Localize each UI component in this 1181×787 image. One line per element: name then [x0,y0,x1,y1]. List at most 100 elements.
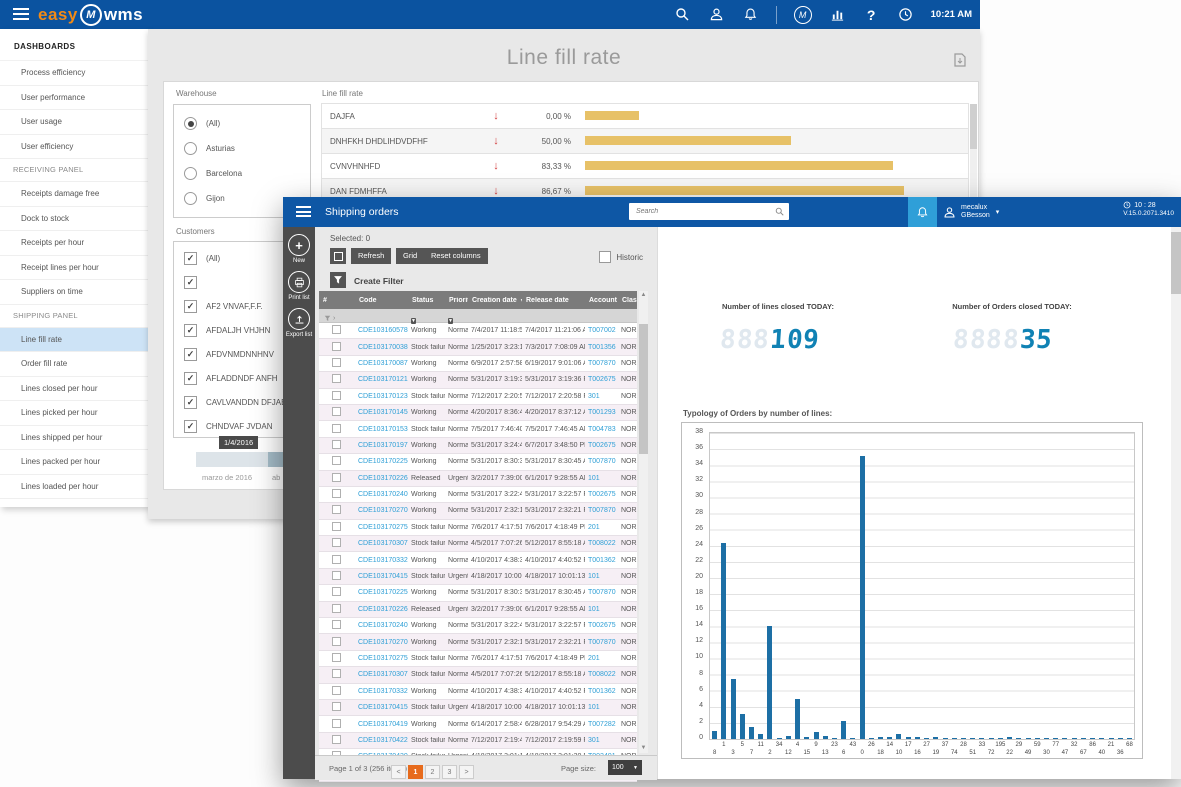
order-code[interactable]: CDE1031702702 [355,639,408,646]
order-account[interactable]: T001293 [585,409,618,416]
row-checkbox[interactable] [332,604,341,613]
page-button-3[interactable]: 3 [442,765,457,779]
prev-page-button[interactable]: < [391,765,406,779]
row-checkbox[interactable] [332,686,341,695]
priority-filter-dropdown[interactable]: ▼ [448,318,453,324]
order-account[interactable]: 301 [585,393,618,400]
chart-bar[interactable]: 21 [1106,433,1115,739]
scrollbar-thumb[interactable] [639,324,648,454]
chart-bar[interactable]: 6 [839,433,848,739]
chart-bar[interactable]: 29 [1014,433,1023,739]
help-icon[interactable]: ? [863,6,880,23]
chart-bar[interactable]: 7 [747,433,756,739]
row-checkbox[interactable] [332,702,341,711]
chart-bar[interactable]: 37 [940,433,949,739]
order-account[interactable]: T007870 [585,507,618,514]
page-button-1[interactable]: 1 [408,765,423,779]
order-account[interactable]: T002675 [585,376,618,383]
print-list-button[interactable]: Print list [283,271,315,301]
chart-bar[interactable]: 3 [728,433,737,739]
order-code[interactable]: CDE1031701531 [355,426,408,433]
order-code[interactable]: CDE1031702754 [355,655,408,662]
order-code[interactable]: CDE1031605782 [355,327,408,334]
checkbox-icon[interactable]: ✓ [184,348,197,361]
order-code[interactable]: CDE1031702268 [355,475,408,482]
table-row[interactable]: CDE1031702702WorkingNormal5/31/2017 2:32… [319,634,637,650]
order-account[interactable]: T002675 [585,622,618,629]
radio-icon[interactable] [184,117,197,130]
row-checkbox[interactable] [332,653,341,662]
search-icon[interactable] [674,6,691,23]
grid-button[interactable]: Grid [396,248,424,264]
page-size-select[interactable]: 100 ▼ [608,760,642,775]
table-row[interactable]: CDE1031701531Stock failureNormal7/5/2017… [319,421,637,437]
row-checkbox[interactable] [332,358,341,367]
order-account[interactable]: T007870 [585,589,618,596]
order-code[interactable]: CDE1031704194 [355,721,408,728]
warehouse-option[interactable]: (All) [174,111,310,136]
checkbox-icon[interactable]: ✓ [184,372,197,385]
table-row[interactable]: CDE1031700388Stock failureNormal1/25/201… [319,339,637,355]
next-page-button[interactable]: > [459,765,474,779]
checkbox-icon[interactable]: ✓ [184,324,197,337]
table-row[interactable]: CDE1031701456WorkingNormal4/20/2017 8:36… [319,405,637,421]
chart-bar[interactable]: 13 [821,433,830,739]
row-checkbox[interactable] [332,391,341,400]
reset-columns-button[interactable]: Reset columns [424,248,488,264]
order-code[interactable]: CDE1031702702 [355,507,408,514]
table-row[interactable]: CDE1031702702WorkingNormal5/31/2017 2:32… [319,503,637,519]
row-checkbox[interactable] [332,456,341,465]
chart-bar[interactable]: 19 [931,433,940,739]
table-row[interactable]: CDE1031702754Stock failureNormal7/6/2017… [319,651,637,667]
panel-scrollbar[interactable] [1171,227,1181,779]
sidebar-item-lines-shipped-per-hour[interactable]: Lines shipped per hour [0,426,148,451]
chart-bar[interactable]: 9 [811,433,820,739]
order-account[interactable]: 101 [585,475,618,482]
chart-bar[interactable]: 59 [1033,433,1042,739]
mecalux-icon[interactable]: M [794,6,812,24]
column-header-class[interactable]: Class [618,297,637,304]
search-box[interactable] [629,203,789,220]
table-row[interactable]: CDE1031702268ReleasedUrgent3/2/2017 7:39… [319,602,637,618]
order-account[interactable]: 301 [585,737,618,744]
column-header-creationdate[interactable]: Creation date▼ [468,297,522,304]
scroll-up-icon[interactable]: ▲ [639,291,648,300]
select-all-button[interactable] [330,248,346,264]
chart-bar[interactable]: 1 [719,433,728,739]
table-row[interactable]: CDE1031702250WorkingNormal5/31/2017 8:30… [319,585,637,601]
chart-bar[interactable]: 32 [1070,433,1079,739]
order-code[interactable]: CDE1031702268 [355,606,408,613]
table-row[interactable]: CDE1031701237Stock failureNormal7/12/201… [319,389,637,405]
table-row[interactable]: CDE1031704153Stock failureUrgent4/18/201… [319,569,637,585]
checkbox-icon[interactable]: ✓ [184,252,197,265]
chart-bar[interactable]: 2 [765,433,774,739]
sidebar-item-receipt-lines-per-hour[interactable]: Receipt lines per hour [0,256,148,281]
chart-bar[interactable]: 8 [710,433,719,739]
order-code[interactable]: CDE1031703075 [355,671,408,678]
checkbox-icon[interactable]: ✓ [184,300,197,313]
column-header-priority[interactable]: Priority [445,297,468,304]
chart-bar[interactable]: 26 [867,433,876,739]
order-code[interactable]: CDE1031701971 [355,442,408,449]
order-code[interactable]: CDE1031702250 [355,589,408,596]
sidebar-item-user-efficiency[interactable]: User efficiency [0,135,148,160]
scrollbar-thumb[interactable] [970,104,977,149]
chart-bar[interactable]: 30 [1042,433,1051,739]
table-row[interactable]: CDE1031703075Stock failureNormal4/5/2017… [319,667,637,683]
row-checkbox[interactable] [332,342,341,351]
chart-bar[interactable]: 77 [1051,433,1060,739]
row-checkbox[interactable] [332,325,341,334]
sidebar-item-dock-to-stock[interactable]: Dock to stock [0,207,148,232]
chart-bar[interactable]: 4 [793,433,802,739]
chart-bar[interactable]: 28 [959,433,968,739]
order-code[interactable]: CDE1031704153 [355,573,408,580]
order-account[interactable]: T008022 [585,540,618,547]
chart-bar[interactable]: 33 [977,433,986,739]
chart-bar[interactable]: 27 [922,433,931,739]
checkbox-icon[interactable]: ✓ [184,420,197,433]
chart-bar[interactable]: 16 [913,433,922,739]
filter-funnel[interactable]: › [319,315,355,322]
row-checkbox[interactable] [332,473,341,482]
table-row[interactable]: CDE1031702268ReleasedUrgent3/2/2017 7:39… [319,471,637,487]
dashboard-icon[interactable] [829,6,846,23]
